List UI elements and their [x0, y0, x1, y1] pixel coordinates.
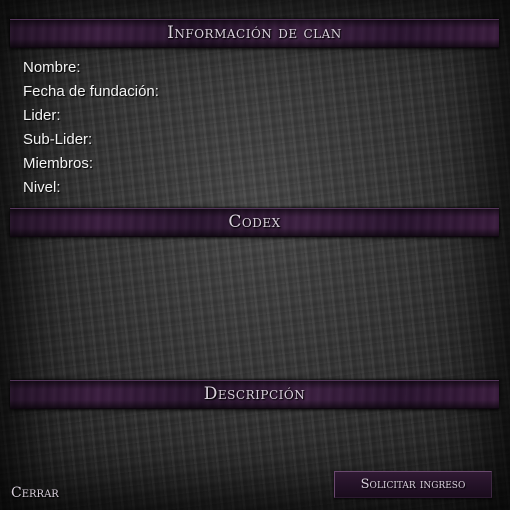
codex-header: Codex	[10, 208, 499, 237]
clan-info-fields: Nombre: Fecha de fundación: Lider: Sub-L…	[23, 58, 159, 202]
close-button[interactable]: Cerrar	[11, 485, 59, 501]
members-label: Miembros:	[23, 155, 94, 172]
foundation-date-label: Fecha de fundación:	[23, 83, 159, 100]
clan-info-window: Información de clan Nombre: Fecha de fun…	[0, 0, 510, 510]
level-label: Nivel:	[23, 179, 61, 196]
clan-info-header: Información de clan	[10, 19, 499, 48]
sub-leader-label: Sub-Lider:	[23, 131, 93, 148]
codex-title: Codex	[228, 212, 281, 232]
clan-info-title: Información de clan	[167, 23, 342, 43]
clan-name-label: Nombre:	[23, 59, 81, 76]
description-header: Descripción	[10, 380, 499, 409]
leader-label: Lider:	[23, 107, 61, 124]
request-join-button[interactable]: Solicitar ingreso	[334, 471, 492, 498]
description-title: Descripción	[203, 384, 306, 404]
